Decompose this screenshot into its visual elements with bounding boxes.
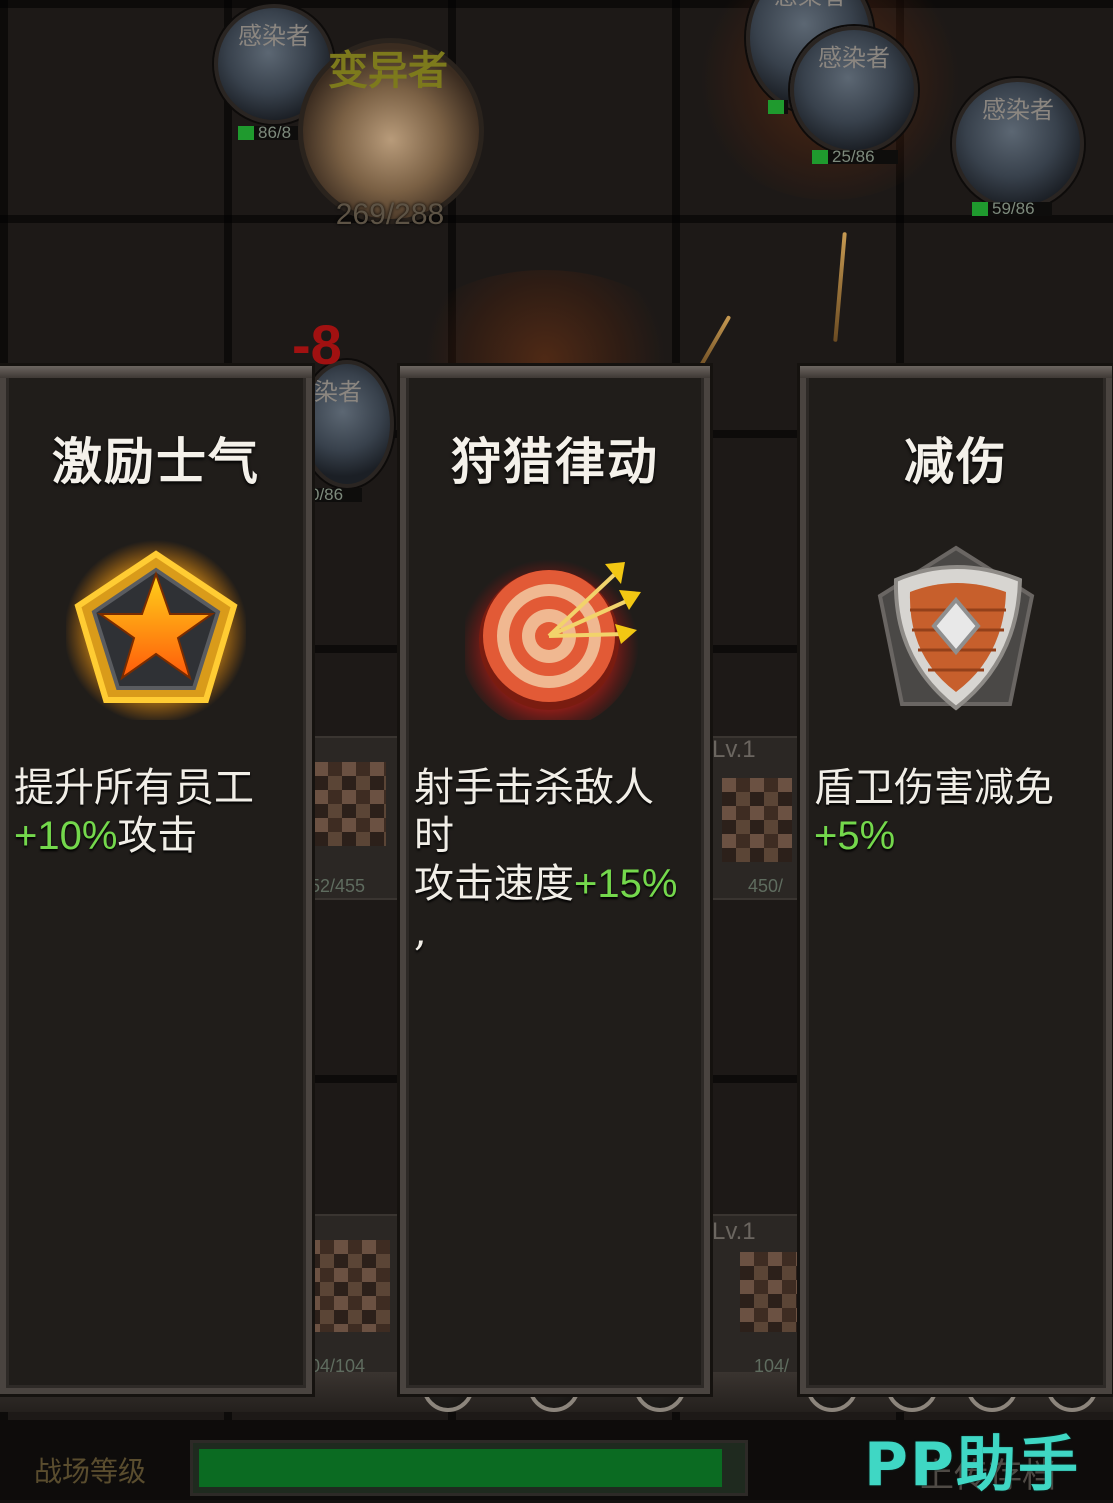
bonus-value: +5% bbox=[814, 814, 896, 858]
enemy-name: 感染者 bbox=[818, 44, 890, 72]
target-arrows-icon bbox=[465, 550, 641, 720]
enemy-hp: 0/86 bbox=[308, 486, 362, 503]
unit-portrait bbox=[306, 1240, 390, 1332]
unit-portrait bbox=[740, 1252, 800, 1332]
progress-fill bbox=[199, 1449, 723, 1487]
unit-hp: 52/455 bbox=[310, 876, 366, 896]
bonus-value: +15% bbox=[574, 862, 678, 906]
card-title: 狩猎律动 bbox=[451, 432, 659, 491]
card-description: 提升所有员工 +10%攻击 bbox=[14, 765, 254, 859]
enemy-name: 感染者 bbox=[982, 96, 1054, 124]
enemy-hp: 86/8 bbox=[238, 124, 298, 141]
unit-level: Lv.1 bbox=[712, 736, 756, 763]
bonus-value: +10% bbox=[14, 814, 118, 858]
unit-hp: 450/ bbox=[748, 876, 784, 896]
unit-level: Lv.1 bbox=[712, 1218, 756, 1245]
enemy-infected[interactable]: 感染者 bbox=[952, 78, 1084, 210]
skill-card-damage-reduction[interactable]: 减伤 盾卫伤害减免 +5% bbox=[800, 366, 1112, 1394]
card-title: 激励士气 bbox=[52, 432, 260, 491]
enemy-hp: 25/86 bbox=[812, 148, 898, 165]
unit-portrait bbox=[722, 778, 792, 862]
boss-name: 变异者 bbox=[328, 47, 448, 94]
enemy-name: 染者 bbox=[314, 378, 362, 406]
card-description: 盾卫伤害减免 +5% bbox=[814, 765, 1054, 858]
boss-hp: 269/288 bbox=[335, 198, 445, 231]
battlefield-level-label: 战场等级 bbox=[34, 1455, 147, 1488]
skill-card-morale[interactable]: 激励士气 提升所有员工 +10%攻击 bbox=[0, 366, 312, 1394]
enemy-infected[interactable]: 感染者 bbox=[790, 26, 918, 154]
card-description: 射手击杀敌人 时 攻击速度+15% , bbox=[414, 765, 678, 955]
card-title: 减伤 bbox=[904, 432, 1008, 491]
star-badge-icon bbox=[66, 540, 246, 720]
enemy-name: 感染者 bbox=[750, 0, 870, 11]
shield-badge-icon bbox=[877, 545, 1035, 711]
enemy-hp bbox=[768, 100, 788, 114]
enemy-infected[interactable]: 染者 bbox=[300, 360, 394, 488]
enemy-hp: 59/86 bbox=[972, 200, 1052, 217]
enemy-name: 感染者 bbox=[238, 22, 310, 50]
unit-portrait bbox=[314, 762, 386, 846]
pp-assistant-watermark: PP助手 bbox=[864, 1430, 1080, 1500]
skill-card-hunt-rhythm[interactable]: 狩猎律动 射手击杀敌人 时 攻击速度+15% , bbox=[400, 366, 710, 1394]
battlefield-level-progress bbox=[190, 1440, 748, 1496]
